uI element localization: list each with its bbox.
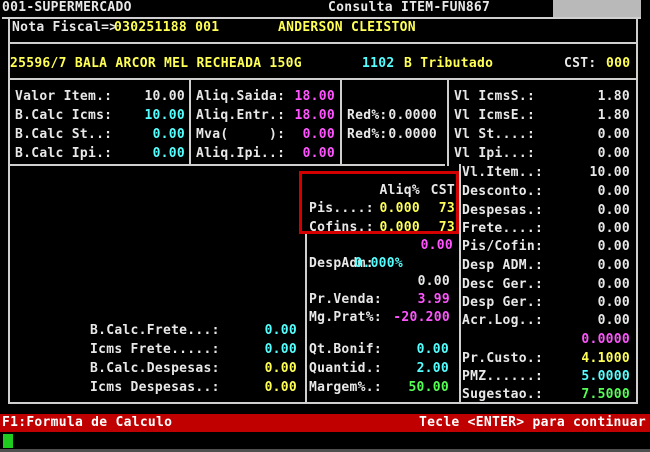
bcalc-frete-label: B.Calc.Frete...: xyxy=(90,324,220,338)
vl-item-label: Vl.Item..: xyxy=(462,166,543,180)
titlebar-app: 001-SUPERMERCADO xyxy=(2,1,132,15)
bcalc-icms-label: B.Calc Icms: xyxy=(15,109,112,123)
bcalc-st-value: 0.00 xyxy=(100,128,185,142)
pis-cofin-label: Pis/Cofin: xyxy=(462,240,543,254)
red1-value: 0.0000 xyxy=(355,109,437,123)
desp-adm-value: 0.00 xyxy=(545,259,630,273)
mg-prat-value: -20.200 xyxy=(370,311,450,325)
qt-bonif-value: 0.00 xyxy=(369,343,449,357)
vl-st-value: 0.00 xyxy=(545,128,630,142)
border-under-taxes xyxy=(8,164,445,166)
border-right xyxy=(636,17,638,404)
desc-ger-value: 0.00 xyxy=(545,278,630,292)
desc-ger-label: Desc Ger.: xyxy=(462,278,543,292)
vl-ipi-label: Vl Ipi...: xyxy=(454,147,535,161)
pr-custo-value: 4.1000 xyxy=(545,352,630,366)
pis-cofin-value: 0.00 xyxy=(545,240,630,254)
pis-cofins-col-aliq: Aliq% xyxy=(340,184,420,198)
invoice-person: ANDERSON CLEISTON xyxy=(278,21,416,35)
pmz-value: 5.0000 xyxy=(545,370,630,384)
frete-label: Frete....: xyxy=(462,222,543,236)
pr-venda-value: 3.99 xyxy=(370,293,450,307)
product-tax-class: B Tributado xyxy=(404,57,493,71)
desp-ger-value: 0.00 xyxy=(545,296,630,310)
valor-item-value: 10.00 xyxy=(100,90,185,104)
pis-cofins-col-cst: CST xyxy=(425,184,455,198)
product-cfop: 1102 xyxy=(362,57,394,71)
desp-adm-label: Desp ADM.: xyxy=(462,259,543,273)
invoice-number: 030251188 001 xyxy=(114,21,219,35)
sugestao-value: 7.5000 xyxy=(545,388,630,402)
aliq-saida-value: 18.00 xyxy=(253,90,335,104)
pr-custo-label: Pr.Custo.: xyxy=(462,352,543,366)
pis-aliq-value: 0.000 xyxy=(340,202,420,216)
desp-ger-label: Desp Ger.: xyxy=(462,296,543,310)
icms-despesas-value: 0.00 xyxy=(222,381,297,395)
product-cst-label: CST: xyxy=(564,57,596,71)
desconto-value: 0.00 xyxy=(545,185,630,199)
red2-value: 0.0000 xyxy=(355,128,437,142)
bcalc-ipi-value: 0.00 xyxy=(100,147,185,161)
divider-mid-left xyxy=(305,234,307,404)
border-top xyxy=(2,17,641,19)
product-cst-value: 000 xyxy=(606,57,630,71)
unlabeled-acr-value: 0.0000 xyxy=(545,333,630,347)
divider-col1 xyxy=(189,78,191,166)
acr-log-value: 0.00 xyxy=(545,314,630,328)
terminal-screen: 001-SUPERMERCADO Consulta ITEM-FUN867 No… xyxy=(0,0,650,452)
icms-frete-label: Icms Frete.....: xyxy=(90,343,220,357)
divider-col3 xyxy=(447,78,449,166)
bcalc-frete-value: 0.00 xyxy=(222,324,297,338)
cofins-aliq-value: 0.000 xyxy=(340,221,420,235)
pmz-label: PMZ......: xyxy=(462,370,543,384)
bcalc-despesas-value: 0.00 xyxy=(222,362,297,376)
despesas-label: Despesas.: xyxy=(462,204,543,218)
bcalc-icms-value: 10.00 xyxy=(100,109,185,123)
middle-unlabeled-white: 0.00 xyxy=(370,275,450,289)
product-description: 25596/7 BALA ARCOR MEL RECHEADA 150G xyxy=(10,57,302,71)
mva-value: 0.00 xyxy=(253,128,335,142)
icms-frete-value: 0.00 xyxy=(222,343,297,357)
vl-icmse-value: 1.80 xyxy=(545,109,630,123)
border-left xyxy=(8,17,10,404)
vl-st-label: Vl St....: xyxy=(454,128,535,142)
scrollbar-thumb[interactable] xyxy=(553,0,641,17)
cofins-cst-value: 73 xyxy=(425,221,455,235)
pis-cst-value: 73 xyxy=(425,202,455,216)
titlebar-screen-title: Consulta ITEM-FUN867 xyxy=(328,1,490,15)
invoice-label: Nota Fiscal=> xyxy=(12,21,117,35)
border-under-invoice xyxy=(8,42,637,44)
middle-unlabeled-magenta: 0.00 xyxy=(373,239,453,253)
despesas-value: 0.00 xyxy=(545,204,630,218)
status-enter-hint: Tecle <ENTER> para continuar xyxy=(419,416,646,430)
sugestao-label: Sugestao.: xyxy=(462,388,543,402)
terminal-cursor[interactable] xyxy=(3,434,13,448)
acr-log-label: Acr.Log..: xyxy=(462,314,543,328)
status-f1-hint: F1:Formula de Calculo xyxy=(2,416,172,430)
vl-icmss-value: 1.80 xyxy=(545,90,630,104)
bcalc-st-label: B.Calc St..: xyxy=(15,128,112,142)
aliq-entr-value: 18.00 xyxy=(253,109,335,123)
divider-col2 xyxy=(340,78,342,166)
margem-value: 50.00 xyxy=(369,381,449,395)
border-bottom xyxy=(8,402,638,404)
bcalc-despesas-label: B.Calc.Despesas: xyxy=(90,362,220,376)
valor-item-label: Valor Item.: xyxy=(15,90,112,104)
divider-mid-right xyxy=(459,164,461,404)
vl-icmse-label: Vl IcmsE.: xyxy=(454,109,535,123)
frete-value: 0.00 xyxy=(545,222,630,236)
vl-ipi-value: 0.00 xyxy=(545,147,630,161)
bcalc-ipi-label: B.Calc Ipi.: xyxy=(15,147,112,161)
quantid-value: 2.00 xyxy=(369,362,449,376)
vl-item-value: 10.00 xyxy=(545,166,630,180)
border-under-product xyxy=(8,78,637,80)
despadm-value: 0.000% xyxy=(323,257,403,271)
icms-despesas-label: Icms Despesas..: xyxy=(90,381,220,395)
vl-icmss-label: Vl IcmsS.: xyxy=(454,90,535,104)
aliq-ipi-value: 0.00 xyxy=(253,147,335,161)
desconto-label: Desconto.: xyxy=(462,185,543,199)
